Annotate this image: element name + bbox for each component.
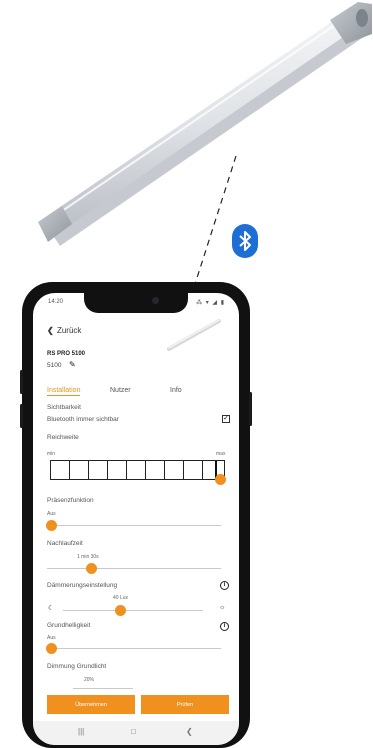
status-icons: ⁂ ▾ ◢ ▮ xyxy=(196,300,225,306)
chevron-left-icon: ❮ xyxy=(47,326,54,335)
followup-slider-thumb[interactable] xyxy=(86,563,97,574)
tab-info[interactable]: Info xyxy=(170,387,182,394)
moon-icon: ☾ xyxy=(48,605,55,612)
bluetooth-visible-label: Bluetooth immer sichtbar xyxy=(47,416,119,423)
sun-icon: ☼ xyxy=(219,604,226,611)
test-button[interactable]: Prüfen xyxy=(141,695,229,714)
pencil-icon[interactable]: ✎ xyxy=(69,360,76,369)
info-icon[interactable]: i xyxy=(220,581,229,590)
status-time: 14:20 xyxy=(48,299,64,305)
range-max-label: max xyxy=(216,451,226,457)
twilight-label: Dämmerungseinstellung xyxy=(47,582,118,589)
back-nav-icon[interactable]: ❮ xyxy=(186,727,193,736)
base-brightness-value: Aus xyxy=(47,635,56,641)
back-button[interactable]: ❮ Zurück xyxy=(47,326,81,335)
app-screen: 14:20 ⁂ ▾ ◢ ▮ ❮ Zurück RS PRO 5100 5100 … xyxy=(33,293,239,745)
phone-mockup: 14:20 ⁂ ▾ ◢ ▮ ❮ Zurück RS PRO 5100 5100 … xyxy=(20,282,252,748)
range-label: Reichweite xyxy=(47,434,79,441)
phone-notch xyxy=(84,293,188,313)
followup-slider-track[interactable] xyxy=(47,568,221,569)
recent-apps-icon[interactable]: ||| xyxy=(78,727,84,736)
lamp-thumbnail xyxy=(167,319,221,351)
lamp-image xyxy=(38,2,372,300)
android-nav-bar: ||| □ ❮ xyxy=(33,721,239,745)
followup-label: Nachlaufzeit xyxy=(47,540,83,547)
camera-icon xyxy=(152,297,159,304)
range-slider-thumb[interactable] xyxy=(215,474,226,485)
dimming-slider-track[interactable] xyxy=(73,688,133,689)
bluetooth-visible-checkbox[interactable]: ✓ xyxy=(222,415,230,423)
info-icon[interactable]: i xyxy=(220,622,229,631)
visibility-label: Sichtbarkeit xyxy=(47,404,81,411)
range-min-label: min xyxy=(47,451,56,457)
twilight-value: 40 Lux xyxy=(113,595,129,601)
base-brightness-slider-track[interactable] xyxy=(47,648,221,649)
back-label: Zurück xyxy=(56,326,82,335)
presence-value: Aus xyxy=(47,511,56,517)
dimming-label: Dimmung Grundlicht xyxy=(47,663,107,670)
base-brightness-slider-thumb[interactable] xyxy=(46,643,57,654)
base-brightness-label: Grundhelligkeit xyxy=(47,622,91,629)
presence-label: Präsenzfunktion xyxy=(47,497,94,504)
tab-bar: Installation Nutzer Info xyxy=(47,387,227,401)
home-icon[interactable]: □ xyxy=(131,727,136,736)
dimming-value: 20% xyxy=(84,677,95,683)
device-id: 5100 xyxy=(47,362,62,369)
bluetooth-icon xyxy=(232,224,258,258)
twilight-slider-thumb[interactable] xyxy=(115,605,126,616)
tab-installation[interactable]: Installation xyxy=(47,387,81,396)
tab-nutzer[interactable]: Nutzer xyxy=(110,387,131,394)
presence-slider-thumb[interactable] xyxy=(46,520,57,531)
range-selector[interactable] xyxy=(50,460,225,480)
presence-slider-track[interactable] xyxy=(47,525,221,526)
device-name: RS PRO 5100 xyxy=(47,351,86,357)
apply-button[interactable]: Übernehmen xyxy=(47,695,135,714)
followup-value: 1 min 30s xyxy=(77,554,99,560)
twilight-slider-track[interactable] xyxy=(63,610,203,611)
